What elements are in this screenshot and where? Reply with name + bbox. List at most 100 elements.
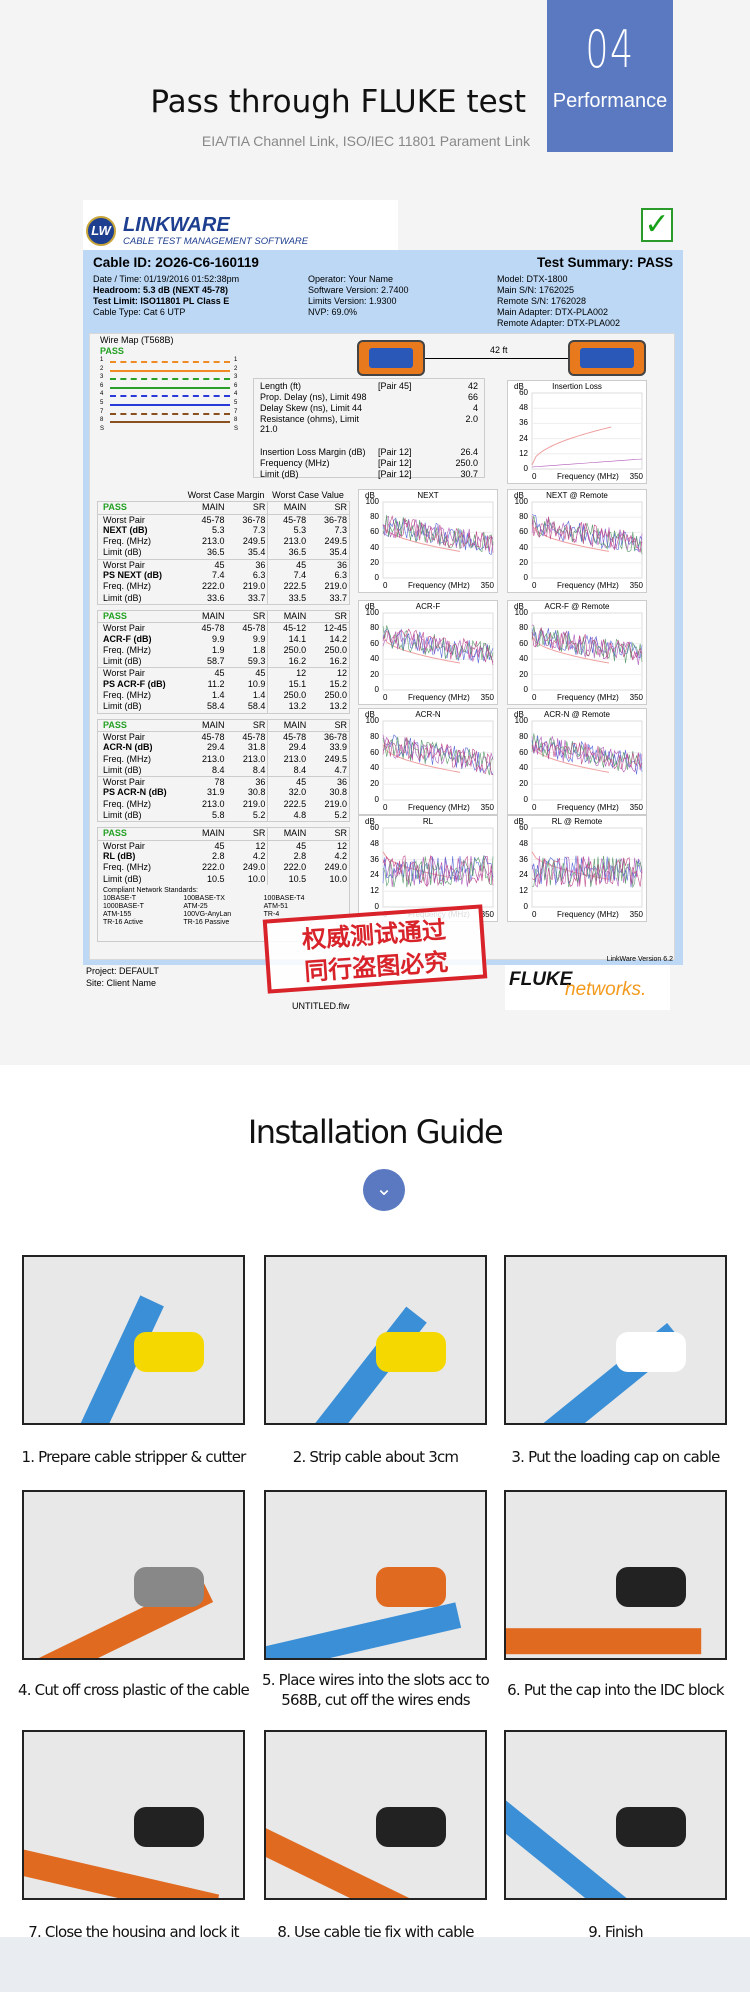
table-row: Freq. (MHz) 213.0 213.0 213.0 249.5 bbox=[98, 753, 349, 765]
chevron-down-icon[interactable]: ⌄ bbox=[363, 1169, 405, 1211]
step-photo bbox=[504, 1730, 727, 1900]
chart-plot bbox=[531, 392, 643, 470]
info-line: Headroom: 5.3 dB (NEXT 45-78) bbox=[93, 285, 229, 295]
cable-line bbox=[425, 358, 568, 359]
chart-acr-f-remote: ACR-F @ Remote dB 100 80 60 40 20 0 0 Frequency (… bbox=[507, 600, 647, 705]
cell-value: 36-78 bbox=[242, 514, 266, 525]
step-photo bbox=[22, 1255, 245, 1425]
page-subtitle: EIA/TIA Channel Link, ISO/IEC 11801 Para… bbox=[201, 133, 530, 149]
row-label: Freq. (MHz) bbox=[103, 753, 151, 764]
chart-plot bbox=[382, 720, 494, 801]
table-row: PS ACR-N (dB) 31.9 30.8 32.0 30.8 bbox=[98, 787, 349, 799]
cell-value: 36 bbox=[255, 559, 266, 570]
table-row: PS ACR-F (dB) 11.2 10.9 15.1 15.2 bbox=[98, 678, 349, 691]
cell-value: 2.8 bbox=[267, 850, 308, 863]
cell-value: 31.8 bbox=[247, 742, 266, 753]
cell-value: 250.0 bbox=[324, 690, 348, 701]
wire-line bbox=[110, 378, 230, 381]
cell-value: 33.5 bbox=[267, 592, 308, 604]
length-value: 2.0 bbox=[465, 414, 478, 424]
cell-value: 36.5 bbox=[267, 547, 308, 559]
row-label: NEXT (dB) bbox=[103, 524, 148, 535]
cell-value: 222.0 bbox=[201, 862, 225, 873]
table-row: Worst Pair 45 45 12 12 bbox=[98, 667, 349, 679]
cell-value: 8.4 bbox=[267, 764, 308, 777]
length-pair bbox=[378, 392, 438, 402]
chart-next: NEXT dB 100 80 60 40 20 0 0 Frequency (MHz) 350 bbox=[358, 489, 498, 593]
cell-value: 35.4 bbox=[329, 547, 348, 558]
cell-value: 4.8 bbox=[267, 810, 308, 822]
cell-value: 249.0 bbox=[324, 862, 348, 873]
cell-value: 222.5 bbox=[267, 581, 308, 593]
cell-value: 213.0 bbox=[201, 753, 225, 764]
pin-right: S bbox=[234, 425, 239, 432]
cell-value: 222.5 bbox=[267, 798, 308, 811]
wire-line bbox=[110, 369, 230, 372]
row-label: Freq. (MHz) bbox=[103, 690, 151, 701]
length-pair: [Pair 45] bbox=[378, 381, 412, 391]
step-caption: 3. Put the loading cap on cable bbox=[511, 1448, 720, 1466]
pass-label: PASS bbox=[103, 502, 127, 513]
cell-value: 45-78 bbox=[201, 623, 225, 634]
info-col-3: Model: DTX-1800 Main S/N: 1762025 Remote S… bbox=[497, 274, 620, 329]
cell-value: 36.5 bbox=[206, 547, 225, 558]
cell-value: 7.3 bbox=[252, 524, 266, 535]
section-header: PASS MAIN SR MAIN SR bbox=[98, 610, 349, 623]
pin-left: S bbox=[100, 425, 105, 432]
length-label: Insertion Loss Margin (dB) bbox=[260, 447, 366, 457]
length-row: Insertion Loss Margin (dB) [Pair 12] 26.4 bbox=[260, 447, 478, 457]
project-label: Project: DEFAULT bbox=[86, 966, 159, 976]
length-row: Length (ft) [Pair 45] 42 bbox=[260, 381, 478, 391]
cell-value: 249.5 bbox=[324, 536, 348, 547]
table-row: Limit (dB) 58.4 58.4 13.2 13.2 bbox=[98, 701, 349, 713]
wire-line bbox=[110, 386, 230, 389]
cell-value: 222.0 bbox=[267, 862, 308, 874]
standard-item: TR-16 Active bbox=[103, 918, 144, 926]
step-photo bbox=[22, 1490, 245, 1660]
chart-rl-remote: RL @ Remote dB 60 48 36 24 12 0 0 Frequency (MHz)… bbox=[507, 815, 647, 922]
table-row: Worst Pair 45 36 45 36 bbox=[98, 558, 349, 571]
cell-value: 36-78 bbox=[324, 731, 348, 742]
length-row: Resistance (ohms), Limit 21.0 2.0 bbox=[260, 414, 478, 434]
length-pair bbox=[378, 414, 438, 434]
table-row: PS NEXT (dB) 7.4 6.3 7.4 6.3 bbox=[98, 570, 349, 582]
cell-value: 58.7 bbox=[206, 656, 225, 667]
series-line bbox=[531, 735, 643, 773]
length-value: 66 bbox=[467, 392, 478, 402]
linkware-name: LINKWARE bbox=[123, 214, 230, 236]
wire-map-title: Wire Map (T568B) bbox=[100, 335, 174, 345]
column-label: MAIN bbox=[267, 502, 308, 514]
tool-shape bbox=[133, 1331, 204, 1372]
length-pair: [Pair 12] bbox=[378, 447, 412, 457]
info-line: Main S/N: 1762025 bbox=[497, 285, 575, 295]
section-header: PASS MAIN SR MAIN SR bbox=[98, 828, 349, 840]
cell-value: 5.2 bbox=[252, 810, 266, 821]
table-row: RL (dB) 2.8 4.2 2.8 4.2 bbox=[98, 850, 349, 863]
tool-shape bbox=[615, 1331, 686, 1372]
cell-value: 6.3 bbox=[334, 570, 348, 581]
length-pair bbox=[378, 403, 438, 413]
cell-value: 10.0 bbox=[247, 873, 266, 884]
cell-value: 45-12 bbox=[267, 623, 308, 634]
cell-value: 250.0 bbox=[267, 644, 308, 657]
row-label: PS NEXT (dB) bbox=[103, 570, 163, 581]
row-label: PS ACR-F (dB) bbox=[103, 678, 166, 689]
page-title: Pass through FLUKE test bbox=[150, 84, 526, 120]
cell-value: 250.0 bbox=[267, 690, 308, 702]
table-row: Freq. (MHz) 1.9 1.8 250.0 250.0 bbox=[98, 644, 349, 657]
section-number: 04 bbox=[585, 20, 635, 80]
table-row: Limit (dB) 33.6 33.7 33.5 33.7 bbox=[98, 592, 349, 604]
cell-value: 45-78 bbox=[267, 731, 308, 743]
cell-value: 213.0 bbox=[242, 753, 266, 764]
info-line: Test Limit: ISO11801 PL Class E bbox=[93, 296, 230, 306]
cell-value: 1.4 bbox=[252, 690, 266, 701]
cell-value: 249.0 bbox=[242, 862, 266, 873]
cell-value: 12 bbox=[337, 668, 348, 679]
cell-value: 15.2 bbox=[329, 678, 348, 689]
cell-value: 32.0 bbox=[267, 787, 308, 799]
cell-value: 1.8 bbox=[252, 644, 266, 655]
table-row: Limit (dB) 10.5 10.0 10.5 10.0 bbox=[98, 873, 349, 885]
cell-value: 10.9 bbox=[247, 678, 266, 689]
tool-shape bbox=[615, 1806, 686, 1847]
standard-item: ATM-25 bbox=[183, 902, 208, 910]
